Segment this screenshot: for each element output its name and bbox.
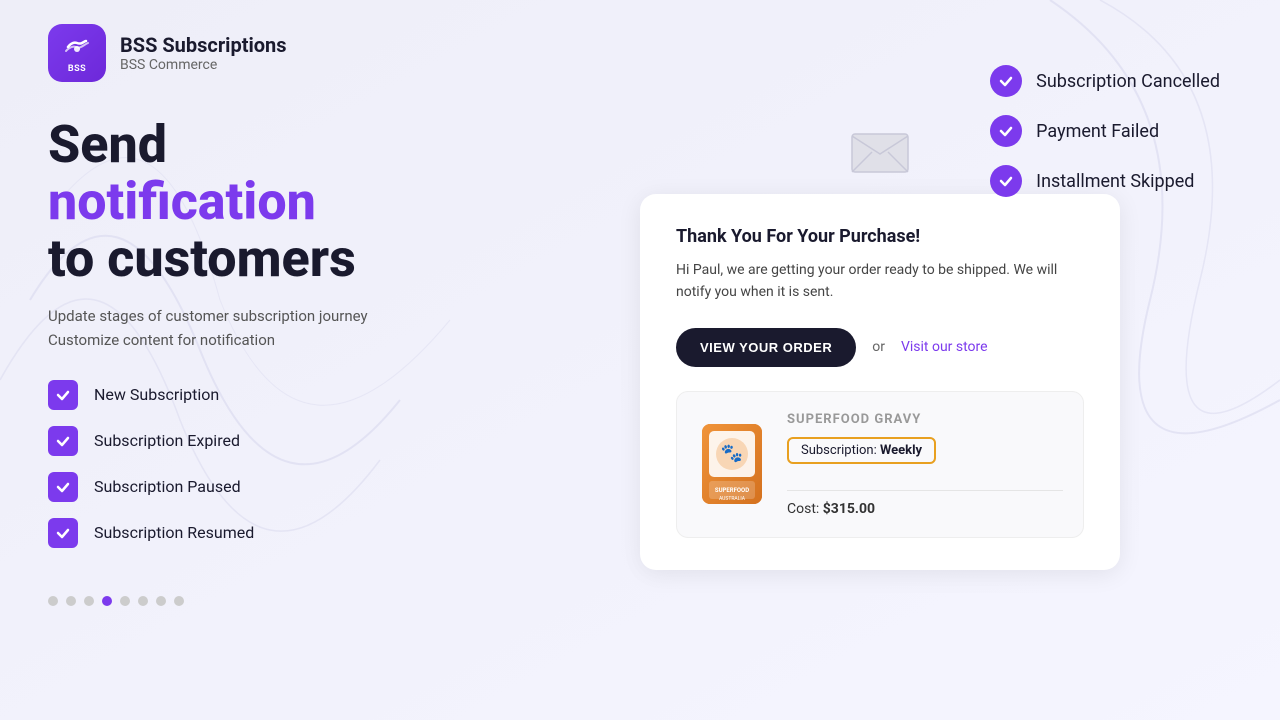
visit-store-link[interactable]: Visit our store [901,339,988,355]
email-body: Hi Paul, we are getting your order ready… [676,259,1084,304]
product-divider [787,490,1063,491]
feature-label-2: Subscription Paused [94,477,241,496]
check-item-subscription-cancelled: Subscription Cancelled [990,65,1220,97]
pagination-dot-3[interactable] [84,596,94,606]
feature-item-1: Subscription Expired [48,426,468,456]
check-circle-subscription-cancelled [990,65,1022,97]
check-circle-payment-failed [990,115,1022,147]
feature-item-3: Subscription Resumed [48,518,468,548]
pagination-dots [48,596,468,606]
email-card: Thank You For Your Purchase! Hi Paul, we… [640,194,1120,570]
view-order-button[interactable]: VIEW YOUR ORDER [676,328,856,367]
feature-checkbox-2 [48,472,78,502]
feature-item-0: New Subscription [48,380,468,410]
pagination-dot-1[interactable] [48,596,58,606]
pagination-dot-2[interactable] [66,596,76,606]
desc1: Update stages of customer subscription j… [48,304,468,328]
check-item-installment-skipped: Installment Skipped [990,165,1220,197]
logo-container: BSS BSS Subscriptions BSS Commerce [48,24,287,82]
check-label-subscription-cancelled: Subscription Cancelled [1036,71,1220,92]
product-card: 🐾 SUPERFOOD AUSTRALIA SUPERFOOD GRAVY Su… [676,391,1084,538]
product-info: SUPERFOOD GRAVY Subscription: Weekly Cos… [787,412,1063,517]
email-title: Thank You For Your Purchase! [676,226,1084,247]
feature-item-2: Subscription Paused [48,472,468,502]
product-name: SUPERFOOD GRAVY [787,412,1063,427]
feature-checkbox-3 [48,518,78,548]
logo-icon: BSS [48,24,106,82]
pagination-dot-8[interactable] [174,596,184,606]
check-label-payment-failed: Payment Failed [1036,121,1159,142]
product-subscription-badge: Subscription: Weekly [787,437,936,464]
check-label-installment-skipped: Installment Skipped [1036,171,1194,192]
check-item-payment-failed: Payment Failed [990,115,1220,147]
headline-line2: notification [48,173,468,230]
svg-text:🐾: 🐾 [721,443,743,464]
product-cost: Cost: $315.00 [787,501,1063,517]
desc2: Customize content for notification [48,328,468,352]
logo-subtitle: BSS Commerce [120,57,287,73]
feature-label-0: New Subscription [94,385,219,404]
pagination-dot-7[interactable] [156,596,166,606]
svg-text:AUSTRALIA: AUSTRALIA [719,496,746,502]
bss-label: BSS [68,64,86,74]
feature-label-1: Subscription Expired [94,431,240,450]
feature-checkbox-0 [48,380,78,410]
subtext: Update stages of customer subscription j… [48,304,468,352]
logo-title: BSS Subscriptions [120,33,287,57]
pagination-dot-4[interactable] [102,596,112,606]
feature-checkbox-1 [48,426,78,456]
headline: Send notification to customers [48,116,468,288]
email-actions: VIEW YOUR ORDER or Visit our store [676,328,1084,367]
top-checklist: Subscription Cancelled Payment Failed In… [990,65,1220,197]
feature-list: New Subscription Subscription Expired Su… [48,380,468,548]
headline-line1: Send [48,116,468,173]
pagination-dot-6[interactable] [138,596,148,606]
svg-text:SUPERFOOD: SUPERFOOD [715,487,749,494]
logo-text: BSS Subscriptions BSS Commerce [120,33,287,73]
pagination-dot-5[interactable] [120,596,130,606]
product-image: 🐾 SUPERFOOD AUSTRALIA [697,419,767,509]
or-text: or [872,339,885,355]
headline-line3: to customers [48,230,468,287]
left-panel: Send notification to customers Update st… [48,116,468,606]
envelope-icon [850,116,910,194]
feature-label-3: Subscription Resumed [94,523,254,542]
check-circle-installment-skipped [990,165,1022,197]
